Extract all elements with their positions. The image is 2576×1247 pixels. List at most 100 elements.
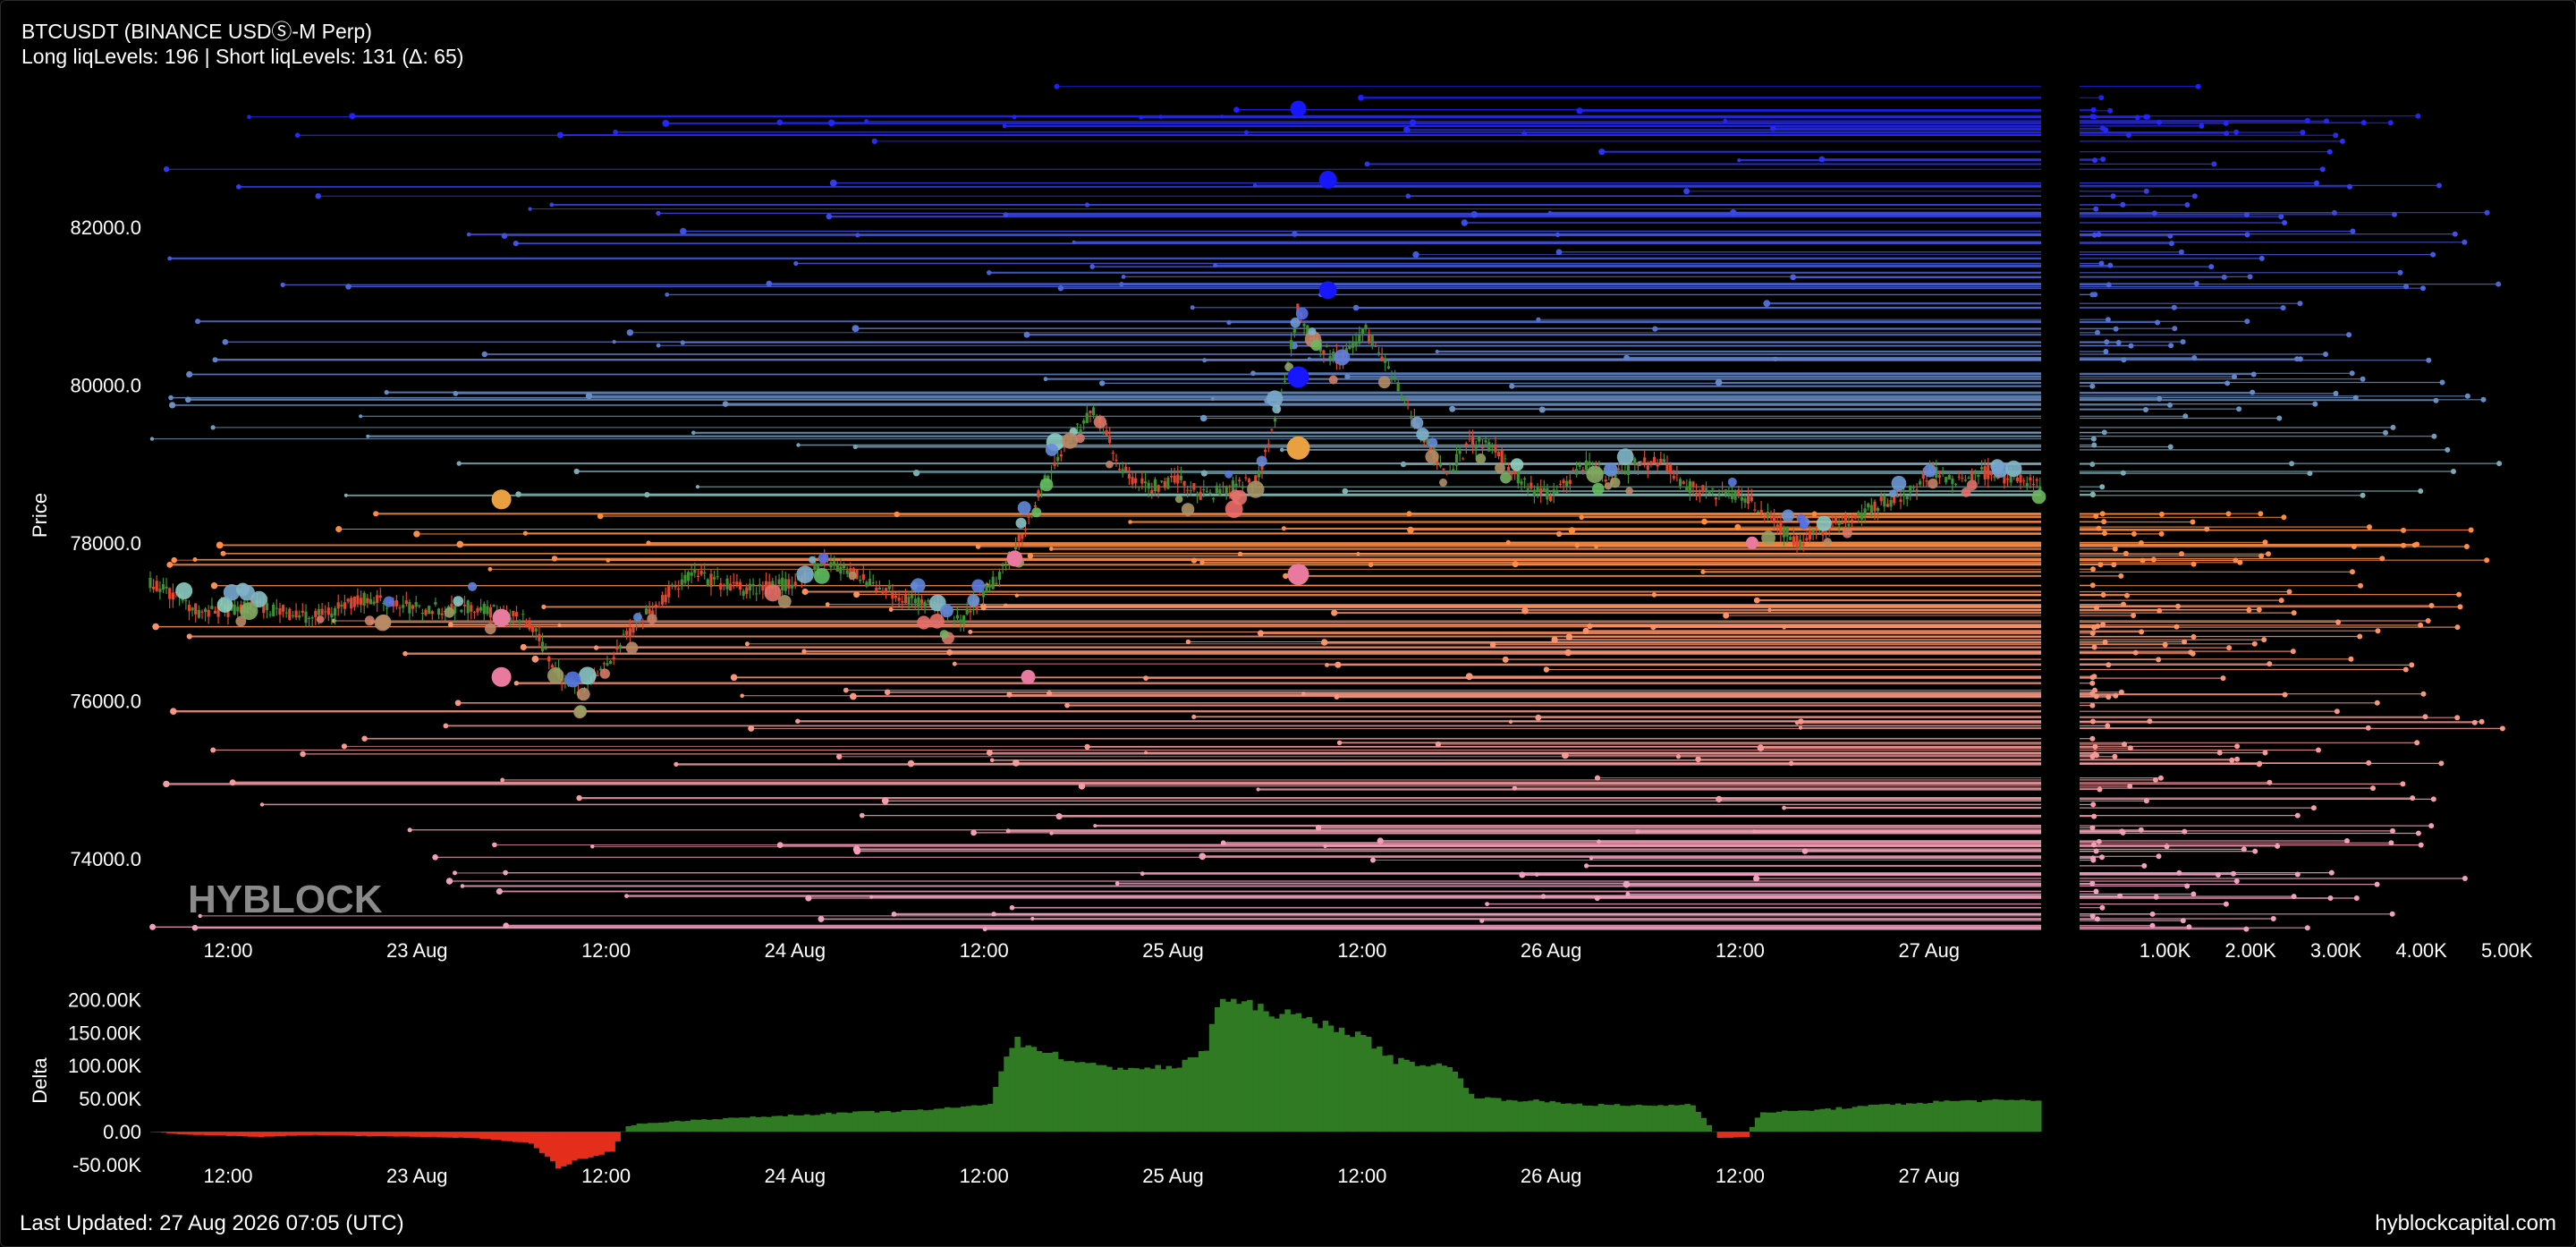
liquidation-level-marker [210, 747, 216, 753]
liquidation-level-marker [1598, 148, 1606, 156]
site-link[interactable]: hyblockcapital.com [2375, 1211, 2556, 1236]
price-candle [1270, 428, 1274, 430]
price-candle [1033, 505, 1037, 507]
delta-bar [1360, 1035, 1367, 1132]
delta-bar [674, 1120, 681, 1132]
delta-bar [1182, 1059, 1189, 1132]
delta-bar [447, 1132, 453, 1138]
liquidation-level-marker [1565, 633, 1573, 640]
delta-bar [858, 1111, 864, 1132]
profile-bar-tip [2454, 624, 2461, 631]
price-candle [1234, 483, 1238, 488]
price-candle [320, 608, 324, 615]
liquidation-level-marker [1009, 904, 1015, 911]
price-candle [336, 602, 340, 609]
delta-bar [1727, 1132, 1734, 1138]
profile-bar-tip [2247, 274, 2253, 280]
delta-bar [2029, 1100, 2037, 1132]
price-candle [1176, 474, 1180, 484]
liquidation-level-marker [515, 491, 521, 497]
liquidation-level-marker [1093, 824, 1097, 828]
price-candle [894, 596, 898, 598]
profile-bar-tip [2480, 396, 2487, 403]
profile-bar-tip [2426, 357, 2432, 363]
price-candle [1380, 356, 1384, 361]
delta-bar [225, 1132, 233, 1136]
profile-bar-tip [2236, 406, 2242, 412]
liquidation-level-marker [1358, 94, 1364, 101]
liquidation-level-marker [665, 293, 670, 297]
price-candle [1895, 496, 1899, 497]
price-candle [1325, 344, 1329, 347]
delta-bar [1409, 1061, 1415, 1132]
delta-bar [890, 1112, 896, 1132]
price-candle [1137, 486, 1140, 488]
delta-bar [1014, 1037, 1021, 1132]
liquidation-level-marker [407, 827, 412, 833]
profile-bar-tip [2131, 613, 2137, 618]
liquidation-level-marker [443, 723, 449, 729]
profile-bar-tip [2266, 551, 2271, 557]
price-candle [693, 569, 697, 573]
price-candle [488, 607, 493, 618]
liquidation-level-marker [349, 113, 356, 120]
price-candle [1001, 565, 1004, 567]
profile-bar-tip [2211, 161, 2217, 167]
delta-bar [1338, 1027, 1345, 1132]
profile-bar-tip [2204, 526, 2210, 532]
price-candle [1905, 496, 1909, 500]
delta-bar [588, 1132, 594, 1158]
price-candle [709, 573, 713, 588]
liquidation-bubble-large [1286, 436, 1310, 460]
delta-bar [1776, 1111, 1783, 1132]
delta-bar [350, 1132, 356, 1136]
profile-bar-tip [2127, 745, 2133, 751]
price-candle [1730, 494, 1734, 499]
profile-bar-tip [2101, 519, 2107, 525]
price-candle [1118, 469, 1122, 471]
liquidation-level-marker [1014, 593, 1020, 598]
profile-bar-tip [2244, 318, 2250, 325]
liquidation-level-marker [501, 233, 508, 240]
price-candle [755, 593, 758, 595]
price-candle [1773, 515, 1776, 522]
price-candle [233, 604, 236, 615]
price-candle [761, 584, 765, 591]
price-candle [725, 578, 729, 590]
price-candle [1841, 522, 1844, 524]
price-candle [1101, 431, 1106, 433]
delta-bar [1025, 1045, 1031, 1132]
delta-time-tick-label: 12:00 [960, 1165, 1009, 1187]
liquidation-level-marker [1675, 754, 1682, 759]
delta-bar [1155, 1065, 1161, 1132]
delta-bar [1236, 1004, 1242, 1132]
liquidation-level-marker [1512, 785, 1518, 791]
profile-bar-tip [2267, 661, 2273, 667]
price-candle [298, 615, 301, 618]
delta-bar [215, 1132, 221, 1136]
liquidation-level-marker [1767, 607, 1772, 613]
liquidation-level-marker [191, 924, 199, 931]
price-candle [155, 581, 158, 591]
delta-bar [1462, 1088, 1470, 1132]
liquidation-level-marker [456, 461, 462, 466]
price-candle [430, 611, 434, 615]
profile-bar-tip [2370, 785, 2376, 792]
price-candle [360, 598, 363, 606]
delta-bar [1674, 1105, 1680, 1132]
liquidation-levels [149, 83, 2041, 932]
liquidation-level-marker [466, 232, 471, 237]
price-candle [861, 574, 865, 581]
delta-bar [609, 1132, 615, 1152]
price-candle [1640, 462, 1643, 465]
delta-bar [490, 1132, 496, 1141]
profile-bar-tip [2233, 129, 2240, 135]
price-candle [187, 605, 191, 612]
price-candle [897, 597, 901, 601]
price-candle [1364, 325, 1368, 329]
liquidation-level-marker [432, 854, 438, 861]
price-candle [168, 588, 172, 599]
delta-bar [1231, 998, 1237, 1132]
profile-bar-tip [2436, 182, 2442, 189]
profile-bar-tip [2471, 719, 2478, 725]
